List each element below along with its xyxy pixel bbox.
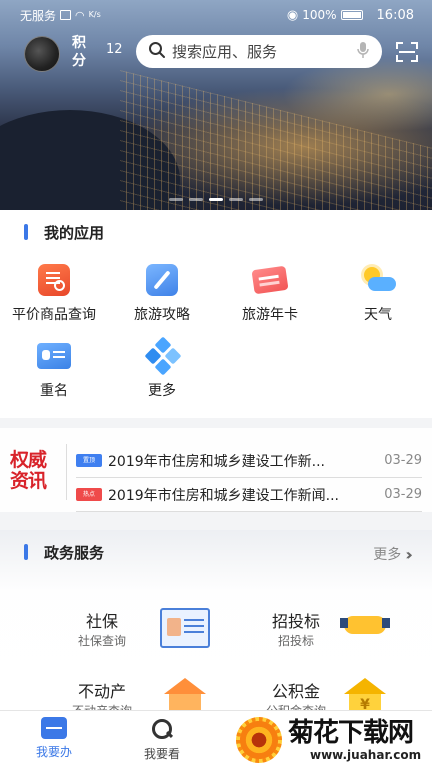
social-security-card-icon xyxy=(160,608,210,648)
news-logo: 权威 资讯 xyxy=(10,450,62,492)
news-logo-line1: 权威 xyxy=(10,449,47,471)
service-name: 公积金 xyxy=(271,682,320,701)
banner-dot[interactable] xyxy=(169,198,183,201)
news-logo-line2: 资讯 xyxy=(10,470,47,492)
battery-icon xyxy=(340,10,363,20)
more-label: 更多 xyxy=(373,547,402,563)
points-value[interactable]: 12 xyxy=(106,42,123,57)
news-title: 2019年市住房和城乡建设工作新... xyxy=(108,453,325,470)
my-apps-title: 我的应用 xyxy=(44,223,105,242)
app-label: 旅游攻略 xyxy=(134,307,190,323)
service-name: 招投标 xyxy=(271,612,320,631)
price-query-icon xyxy=(38,264,70,296)
search-input[interactable] xyxy=(172,42,342,61)
gov-services-title: 政务服务 xyxy=(44,543,105,562)
section-accent-bar xyxy=(24,544,28,560)
magnifier-icon xyxy=(150,717,174,741)
service-name: 不动产 xyxy=(77,682,126,701)
clock: 16:08 xyxy=(376,7,414,23)
app-label: 更多 xyxy=(148,383,176,399)
service-bidding[interactable]: 招投标 招投标 xyxy=(210,604,400,664)
duplicate-name-icon xyxy=(37,343,71,369)
news-item[interactable]: 热点 2019年市住房和城乡建设工作新闻... 03-29 xyxy=(76,478,422,512)
service-sub: 社保查询 xyxy=(77,634,126,648)
news-ticker: 权威 资讯 置顶 2019年市住房和城乡建设工作新... 03-29 热点 20… xyxy=(0,428,432,512)
app-travel-guide[interactable]: 旅游攻略 xyxy=(108,262,216,324)
travel-guide-icon xyxy=(146,264,178,296)
banner-pagination xyxy=(0,198,432,201)
avatar[interactable] xyxy=(24,36,60,72)
carrier-text: 无服务 xyxy=(20,8,57,23)
my-apps-header: 我的应用 xyxy=(0,210,432,254)
app-label: 旅游年卡 xyxy=(242,307,298,323)
banner-dot[interactable] xyxy=(249,198,263,201)
news-title: 2019年市住房和城乡建设工作新闻... xyxy=(108,487,339,504)
chrysanthemum-logo-icon xyxy=(236,717,282,763)
hero-banner[interactable]: 无服务 ◠ K/s ◉ 100% 16:08 积分 12 xyxy=(0,0,432,210)
sim-icon xyxy=(60,10,72,20)
divider xyxy=(66,444,67,500)
app-weather[interactable]: 天气 xyxy=(324,262,432,324)
my-apps-section: 我的应用 平价商品查询 旅游攻略 旅游年卡 天气 重名 更多 xyxy=(0,210,432,418)
app-label: 平价商品查询 xyxy=(12,307,96,323)
microphone-icon[interactable] xyxy=(356,41,370,63)
eye-comfort-icon: ◉ xyxy=(286,7,299,23)
status-bar: 无服务 ◠ K/s ◉ 100% 16:08 xyxy=(0,0,432,30)
app-duplicate-name[interactable]: 重名 xyxy=(0,338,108,400)
app-more[interactable]: 更多 xyxy=(108,336,216,400)
site-watermark: 菊花下载网 www.juahar.com xyxy=(232,712,432,768)
gov-services-header: 政务服务 更多 ›› xyxy=(0,530,432,574)
wifi-icon: ◠ xyxy=(75,8,85,22)
double-chevron-right-icon: ›› xyxy=(405,544,412,564)
more-icon xyxy=(144,336,182,376)
points-label[interactable]: 积分 xyxy=(72,34,88,70)
battery-percent: 100% xyxy=(302,8,337,22)
section-accent-bar xyxy=(24,224,28,240)
top-bar: 积分 12 xyxy=(0,32,432,72)
gov-services-section: 政务服务 更多 ›› 社保 社保查询 招投标 招投标 不动产 不动产查询 公积金… xyxy=(0,530,432,718)
service-sub: 招投标 xyxy=(277,634,314,648)
news-item[interactable]: 置顶 2019年市住房和城乡建设工作新... 03-29 xyxy=(76,444,422,478)
handshake-icon xyxy=(340,608,390,648)
weather-icon xyxy=(360,265,396,295)
banner-city-lights xyxy=(120,70,432,210)
app-grid: 平价商品查询 旅游攻略 旅游年卡 天气 重名 更多 xyxy=(0,254,432,400)
tab-work[interactable]: 我要办 xyxy=(14,717,94,760)
watermark-name: 菊花下载网 xyxy=(288,718,414,748)
briefcase-icon xyxy=(41,717,67,739)
news-date: 03-29 xyxy=(384,453,422,468)
banner-dot[interactable] xyxy=(189,198,203,201)
net-speed-unit: K/s xyxy=(88,10,101,19)
gov-services-title-row: 政务服务 xyxy=(0,530,432,574)
gov-services-more-link[interactable]: 更多 ›› xyxy=(373,544,412,564)
news-date: 03-29 xyxy=(384,487,422,502)
news-tag: 置顶 xyxy=(76,454,102,467)
watermark-url: www.juahar.com xyxy=(310,748,422,762)
tab-browse[interactable]: 我要看 xyxy=(122,717,202,762)
travel-card-icon xyxy=(251,265,289,295)
tab-label: 我要看 xyxy=(143,747,180,761)
service-name: 社保 xyxy=(85,612,118,631)
app-label: 天气 xyxy=(364,307,392,323)
news-tag: 热点 xyxy=(76,488,102,501)
app-label: 重名 xyxy=(40,383,68,399)
banner-dot-active[interactable] xyxy=(209,198,223,201)
search-box[interactable] xyxy=(136,35,382,68)
app-travel-card[interactable]: 旅游年卡 xyxy=(216,262,324,324)
scan-icon[interactable] xyxy=(396,42,418,62)
app-price-query[interactable]: 平价商品查询 xyxy=(0,262,108,324)
search-icon xyxy=(148,41,166,63)
banner-dot[interactable] xyxy=(229,198,243,201)
tab-label: 我要办 xyxy=(35,745,72,759)
service-social-security[interactable]: 社保 社保查询 xyxy=(16,604,210,664)
